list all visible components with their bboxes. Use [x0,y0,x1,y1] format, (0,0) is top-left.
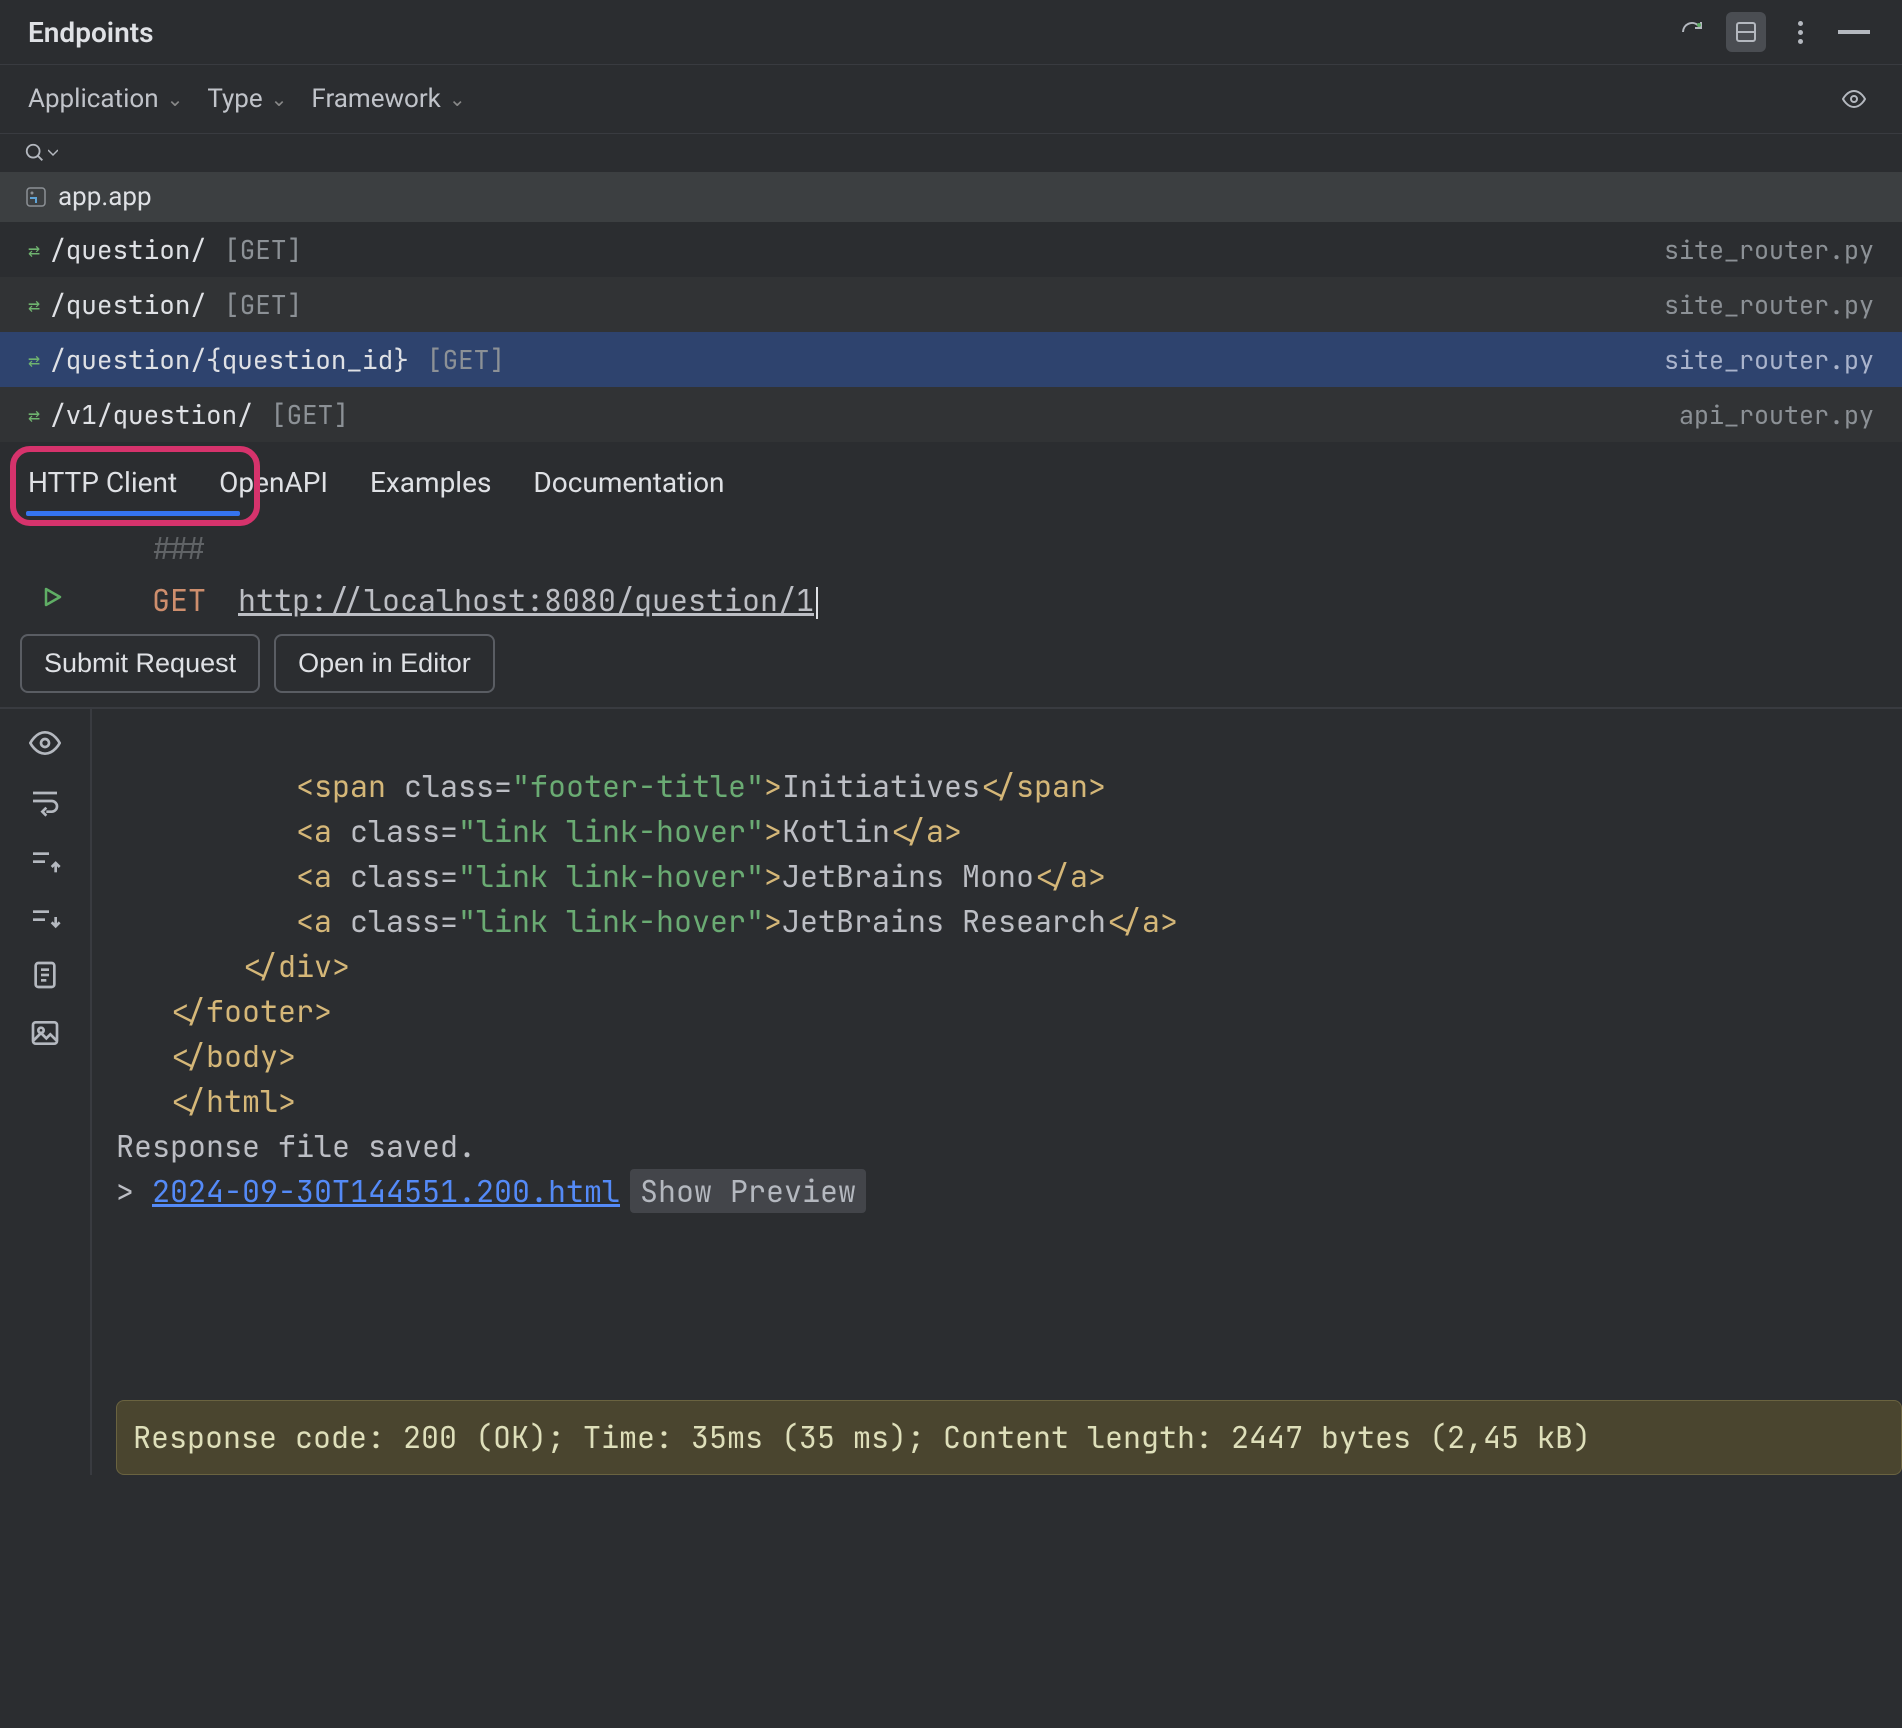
response-saved-msg: Response file saved. [116,1126,476,1166]
text-cursor [816,587,818,619]
image-icon[interactable] [29,1017,61,1049]
minimize-icon[interactable] [1834,12,1874,52]
request-url: http://localhost:8080/question/1 [238,580,814,620]
endpoint-source: api_router.py [1679,398,1874,432]
endpoint-row[interactable]: ⇄ /question/ [GET] site_router.py [0,222,1902,277]
request-editor[interactable]: ### GET http://localhost:8080/question/1 [0,522,1902,626]
tab-http-client[interactable]: HTTP Client [28,448,177,517]
tab-examples[interactable]: Examples [370,448,491,517]
request-separator: ### [152,528,206,568]
more-icon[interactable] [1780,12,1820,52]
endpoint-path: /question/ [50,232,206,267]
request-method: GET [152,580,206,620]
endpoint-path: /question/{question_id} [50,342,409,377]
response-gutter [0,709,92,1475]
chevron-down-icon: ⌄ [271,87,288,111]
filter-type[interactable]: Type⌄ [207,84,287,114]
scroll-down-icon[interactable] [29,901,61,933]
show-preview-button[interactable]: Show Preview [630,1169,866,1213]
response-panel: <div> <span class="footer-title">Initiat… [0,707,1902,1475]
response-file-link[interactable]: 2024-09-30T144551.200.html [152,1171,620,1211]
endpoint-method: [GET] [271,397,349,432]
tab-documentation[interactable]: Documentation [533,448,724,517]
filter-bar: Application⌄ Type⌄ Framework⌄ [0,64,1902,133]
endpoint-method: [GET] [224,232,302,267]
endpoint-list: ⇄ /question/ [GET] site_router.py ⇄ /question… [0,222,1902,442]
endpoint-source: site_router.py [1664,343,1874,377]
filter-application[interactable]: Application⌄ [28,84,183,114]
chevron-down-icon: ⌄ [167,87,184,111]
layout-icon[interactable] [1726,12,1766,52]
endpoint-method: [GET] [224,287,302,322]
panel-title: Endpoints [28,16,154,49]
route-icon: ⇄ [28,292,40,318]
eye-icon[interactable] [1834,79,1874,119]
app-group-row[interactable]: app.app [0,172,1902,222]
chevron-down-icon: ⌄ [449,87,466,111]
tabs-row: HTTP Client OpenAPI Examples Documentati… [0,442,1902,522]
copy-icon[interactable] [29,959,61,991]
run-icon[interactable] [40,585,64,616]
endpoint-row[interactable]: ⇄ /question/{question_id} [GET] site_router… [0,332,1902,387]
action-buttons: Submit Request Open in Editor [0,626,1902,707]
route-icon: ⇄ [28,237,40,263]
endpoint-source: site_router.py [1664,288,1874,322]
active-tab-underline [26,511,240,516]
titlebar: Endpoints [0,0,1902,64]
response-body[interactable]: <div> <span class="footer-title">Initiat… [92,709,1902,1475]
search-icon [24,142,58,164]
app-group-label: app.app [58,182,152,212]
response-status-bar: Response code: 200 (OK); Time: 35ms (35 … [116,1400,1902,1475]
filter-framework[interactable]: Framework⌄ [311,84,465,114]
wrap-icon[interactable] [29,785,61,817]
endpoint-method: [GET] [427,342,505,377]
tab-openapi[interactable]: OpenAPI [219,448,328,517]
route-icon: ⇄ [28,347,40,373]
endpoint-path: /v1/question/ [50,397,253,432]
submit-request-button[interactable]: Submit Request [20,634,260,693]
endpoint-row[interactable]: ⇄ /question/ [GET] site_router.py [0,277,1902,332]
search-bar[interactable] [0,133,1902,172]
refresh-icon[interactable] [1672,12,1712,52]
titlebar-actions [1672,12,1874,52]
endpoint-row[interactable]: ⇄ /v1/question/ [GET] api_router.py [0,387,1902,442]
eye-icon[interactable] [29,727,61,759]
endpoint-source: site_router.py [1664,233,1874,267]
scroll-up-icon[interactable] [29,843,61,875]
route-icon: ⇄ [28,402,40,428]
python-file-icon [24,185,48,209]
endpoint-path: /question/ [50,287,206,322]
open-in-editor-button[interactable]: Open in Editor [274,634,495,693]
